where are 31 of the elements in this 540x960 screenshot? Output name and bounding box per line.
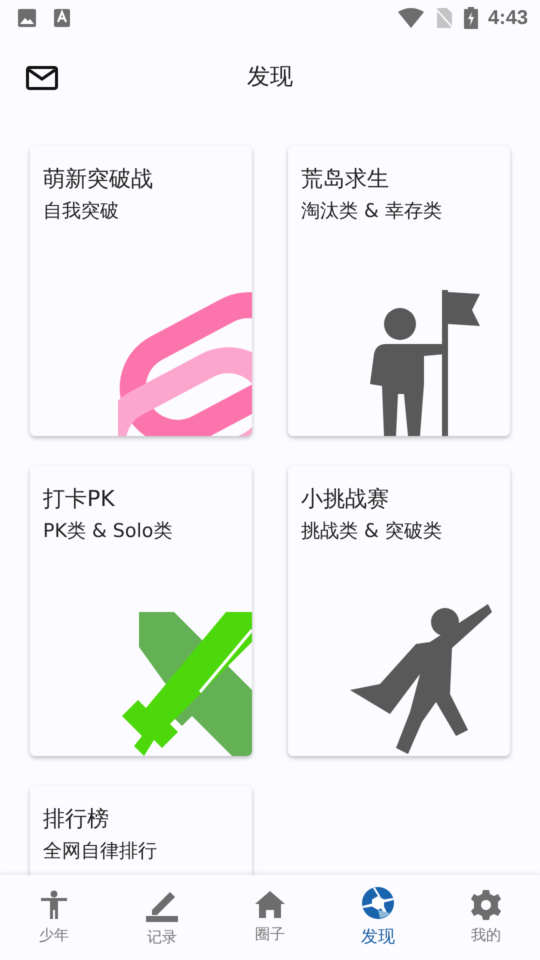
page-title: 发现	[247, 62, 293, 92]
nav-tab[interactable]: 少年	[0, 875, 108, 960]
card-subtitle: 挑战类 & 突破类	[301, 519, 443, 544]
card-subtitle: PK类 & Solo类	[43, 519, 174, 544]
person-icon	[39, 890, 69, 920]
category-card[interactable]: 排行榜 全网自律排行	[30, 786, 252, 875]
clock-time: 4:43	[488, 6, 528, 30]
card-title: 萌新突破战	[43, 166, 154, 194]
home-icon	[255, 891, 285, 919]
mail-icon[interactable]	[26, 66, 58, 90]
category-card[interactable]: 小挑战赛 挑战类 & 突破类	[288, 466, 510, 756]
nav-tab[interactable]: 我的	[432, 875, 540, 960]
card-subtitle: 全网自律排行	[43, 839, 158, 864]
category-card[interactable]: 萌新突破战 自我突破	[30, 146, 252, 436]
card-title: 排行榜	[43, 806, 110, 834]
card-title: 荒岛求生	[301, 166, 390, 194]
image-icon	[17, 8, 37, 28]
category-card[interactable]: 荒岛求生 淘汰类 & 幸存类	[288, 146, 510, 436]
nav-tab[interactable]: 记录	[108, 875, 216, 960]
battery-charging-icon	[464, 7, 478, 29]
nav-tab[interactable]: 圈子	[216, 875, 324, 960]
card-title: 打卡PK	[43, 486, 116, 514]
aperture-icon	[362, 887, 394, 919]
category-card[interactable]: 打卡PK PK类 & Solo类	[30, 466, 252, 756]
settings-icon	[471, 890, 501, 920]
nav-tab[interactable]: 发现	[324, 875, 432, 960]
card-title: 小挑战赛	[301, 486, 390, 514]
card-subtitle: 淘汰类 & 幸存类	[301, 199, 443, 224]
wifi-icon	[398, 8, 424, 28]
card-subtitle: 自我突破	[43, 199, 120, 224]
font-icon	[53, 8, 71, 28]
